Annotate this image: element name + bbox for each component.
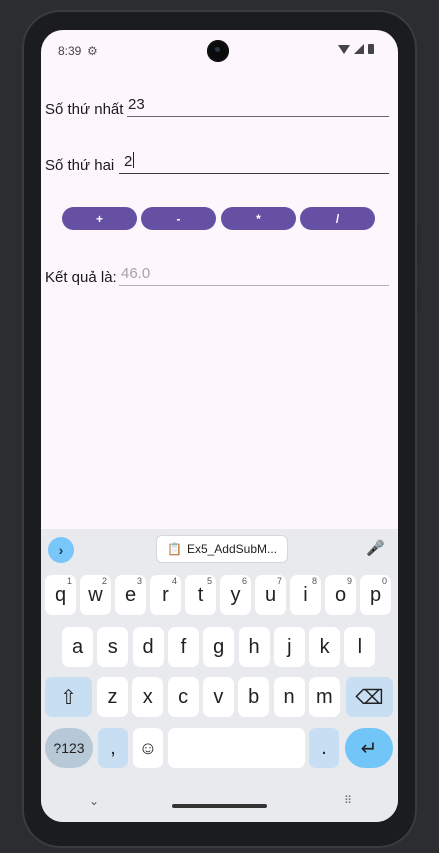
- key-o[interactable]: o9: [325, 575, 356, 615]
- key-hint-number: 0: [381, 576, 387, 586]
- period-key[interactable]: .: [309, 728, 339, 768]
- navigation-bar: ⌄ ⠿: [41, 782, 398, 822]
- clipboard-icon: 📋: [166, 542, 182, 556]
- key-m[interactable]: m: [308, 677, 340, 717]
- key-u[interactable]: u7: [255, 575, 286, 615]
- result-value: 46.0: [121, 265, 151, 282]
- key-label: u: [264, 583, 277, 606]
- key-hint-number: 4: [171, 576, 177, 586]
- key-label: w: [88, 583, 103, 606]
- key-n[interactable]: n: [273, 677, 305, 717]
- space-key[interactable]: [168, 728, 305, 768]
- add-button[interactable]: +: [62, 207, 137, 230]
- key-l[interactable]: l: [344, 627, 376, 667]
- soft-keyboard: › 📋 Ex5_AddSubM... 🎤 q1w2e3r4t5y6u7i8o9p…: [41, 529, 398, 822]
- key-label: i: [303, 583, 308, 606]
- key-z[interactable]: z: [97, 677, 128, 717]
- volume-button: [417, 220, 421, 268]
- clipboard-suggestion-chip[interactable]: 📋 Ex5_AddSubM...: [156, 535, 288, 563]
- second-number-value: 2: [124, 153, 133, 170]
- clipboard-text: Ex5_AddSubM...: [186, 542, 277, 556]
- key-v[interactable]: v: [202, 677, 234, 717]
- microphone-icon[interactable]: 🎤: [366, 539, 385, 557]
- emoji-key[interactable]: ☺: [133, 728, 163, 768]
- key-label: q: [54, 583, 67, 606]
- second-number-text: 2: [124, 152, 135, 170]
- key-label: o: [334, 583, 347, 606]
- key-f[interactable]: f: [167, 627, 199, 667]
- second-number-label: Số thứ hai: [45, 157, 115, 174]
- key-y[interactable]: y6: [220, 575, 251, 615]
- key-k[interactable]: k: [309, 627, 341, 667]
- key-r[interactable]: r4: [150, 575, 181, 615]
- system-icons: [338, 44, 374, 54]
- expand-toolbar-button[interactable]: ›: [48, 537, 74, 563]
- key-label: p: [369, 583, 382, 606]
- result-label: Kết quả là:: [45, 269, 117, 286]
- camera-cutout: [207, 40, 229, 62]
- key-a[interactable]: a: [62, 627, 93, 667]
- clock: 8:39: [58, 44, 82, 58]
- result-field: 46.0: [119, 265, 389, 286]
- key-q[interactable]: q1: [45, 575, 76, 615]
- first-number-value: 23: [128, 96, 145, 113]
- key-s[interactable]: s: [97, 627, 129, 667]
- key-t[interactable]: t5: [185, 575, 216, 615]
- second-number-input[interactable]: 2: [119, 152, 389, 174]
- key-hint-number: 2: [101, 576, 107, 586]
- key-hint-number: 1: [66, 576, 72, 586]
- symbols-key[interactable]: ?123: [45, 728, 93, 768]
- key-x[interactable]: x: [132, 677, 164, 717]
- key-h[interactable]: h: [238, 627, 270, 667]
- battery-icon: [368, 44, 374, 54]
- key-label: r: [162, 583, 169, 606]
- comma-key[interactable]: ,: [98, 728, 128, 768]
- key-d[interactable]: d: [132, 627, 164, 667]
- key-hint-number: 5: [206, 576, 212, 586]
- backspace-key[interactable]: ⌫: [346, 677, 393, 717]
- key-p[interactable]: p0: [360, 575, 391, 615]
- key-i[interactable]: i8: [290, 575, 321, 615]
- key-label: y: [230, 583, 241, 606]
- power-button: [417, 288, 421, 318]
- subtract-button[interactable]: -: [141, 207, 216, 230]
- shift-key[interactable]: ⇧: [45, 677, 92, 717]
- divide-button[interactable]: /: [300, 207, 375, 230]
- first-number-label: Số thứ nhất: [45, 101, 124, 118]
- key-hint-number: 7: [276, 576, 282, 586]
- multiply-button[interactable]: *: [221, 207, 296, 230]
- key-b[interactable]: b: [238, 677, 270, 717]
- home-indicator[interactable]: [172, 804, 267, 808]
- key-hint-number: 8: [311, 576, 317, 586]
- text-cursor: [133, 152, 135, 168]
- first-number-input[interactable]: 23: [127, 96, 389, 117]
- key-label: t: [197, 583, 204, 606]
- enter-key[interactable]: ↵: [345, 728, 393, 768]
- key-label: e: [124, 583, 137, 606]
- key-hint-number: 3: [136, 576, 142, 586]
- hide-keyboard-icon[interactable]: ⌄: [89, 794, 99, 808]
- keyboard-switch-icon[interactable]: ⠿: [344, 794, 353, 807]
- key-c[interactable]: c: [167, 677, 199, 717]
- key-hint-number: 9: [346, 576, 352, 586]
- status-bar: 8:39 ⚙: [41, 30, 398, 72]
- signal-icon: [354, 44, 364, 54]
- key-hint-number: 6: [241, 576, 247, 586]
- app-screen: 8:39 ⚙ Số thứ nhất 23 Số thứ hai 2 + - *…: [41, 30, 398, 822]
- key-e[interactable]: e3: [115, 575, 146, 615]
- key-g[interactable]: g: [203, 627, 235, 667]
- key-j[interactable]: j: [273, 627, 305, 667]
- gear-icon: ⚙: [87, 44, 98, 58]
- wifi-icon: [338, 44, 350, 54]
- key-w[interactable]: w2: [80, 575, 111, 615]
- keyboard-toolbar: › 📋 Ex5_AddSubM... 🎤: [41, 529, 398, 569]
